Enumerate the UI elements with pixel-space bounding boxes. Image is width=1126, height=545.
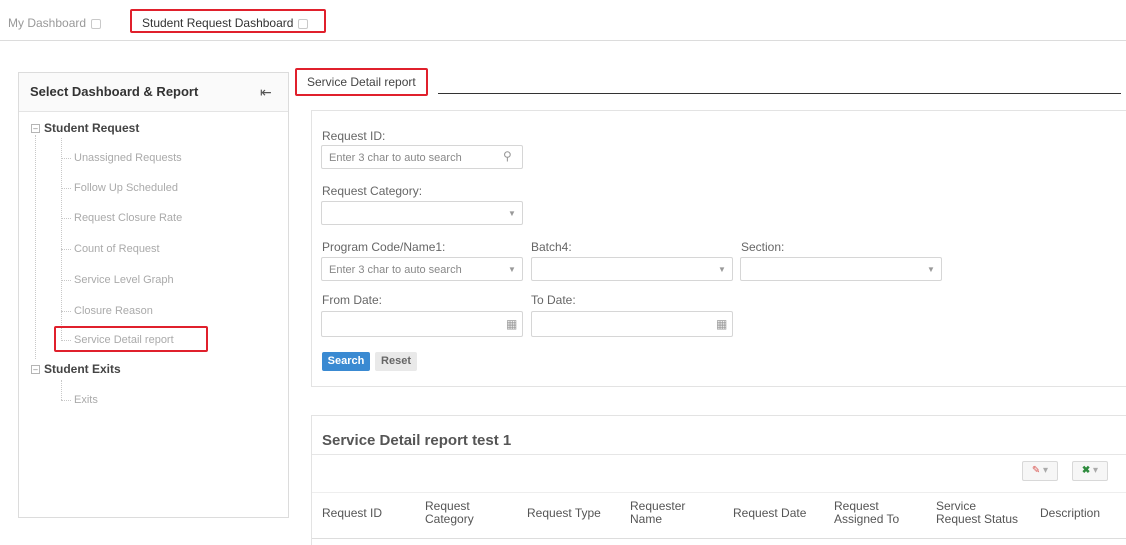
column-header-request-date[interactable]: Request Date — [733, 507, 806, 520]
to-date-input[interactable]: ▦ — [531, 311, 733, 337]
column-header-label: Description — [1040, 506, 1101, 520]
sidebar-item-service-level-graph[interactable]: Service Level Graph — [74, 274, 174, 286]
program-placeholder: Enter 3 char to auto search — [329, 264, 462, 276]
chevron-down-icon: ▼ — [508, 265, 516, 274]
batch-label: Batch4: — [531, 240, 572, 254]
tree-branch — [61, 158, 71, 159]
column-header-request-id[interactable]: Request ID — [322, 507, 382, 520]
search-icon: ⚲ — [503, 149, 512, 163]
tree-branch — [61, 188, 71, 189]
tab-underline — [438, 93, 1121, 94]
chevron-down-icon: ▾ — [1090, 465, 1099, 476]
chevron-down-icon: ▼ — [927, 265, 935, 274]
program-label: Program Code/Name1: — [322, 240, 446, 254]
request-id-placeholder: Enter 3 char to auto search — [329, 152, 462, 164]
batch-select[interactable]: ▼ — [531, 257, 733, 281]
sidebar-item-follow-up-scheduled[interactable]: Follow Up Scheduled — [74, 182, 178, 194]
sidebar-item-request-closure-rate[interactable]: Request Closure Rate — [74, 212, 182, 224]
column-header-label: Request Type — [527, 506, 601, 520]
tree-group-student-request[interactable]: Student Request — [44, 121, 139, 135]
section-label: Section: — [741, 240, 785, 254]
tab-label: Student Request Dashboard — [142, 16, 294, 30]
to-date-label: To Date: — [531, 293, 576, 307]
column-header-description[interactable]: Description — [1040, 507, 1100, 520]
chevron-down-icon: ▼ — [508, 209, 516, 218]
sidebar-item-unassigned-requests[interactable]: Unassigned Requests — [74, 152, 182, 164]
column-header-service-request-status[interactable]: Service Request Status — [936, 500, 1018, 526]
tab-student-request-dashboard[interactable]: Student Request Dashboard — [130, 9, 326, 33]
column-header-label: Name — [630, 512, 663, 526]
close-icon[interactable] — [298, 18, 309, 29]
column-header-request-assigned-to[interactable]: Request Assigned To — [834, 500, 899, 526]
tree-branch — [61, 218, 71, 219]
sidebar-item-service-detail-report[interactable]: Service Detail report — [54, 326, 208, 352]
request-id-label: Request ID: — [322, 129, 386, 143]
column-header-label: Request ID — [322, 506, 383, 520]
from-date-label: From Date: — [322, 293, 383, 307]
selector-header: Select Dashboard & Report ⇤ — [19, 73, 288, 112]
sidebar-item-closure-reason[interactable]: Closure Reason — [74, 305, 153, 317]
column-header-requester-name[interactable]: Requester Name — [630, 500, 685, 526]
column-header-label: Category — [425, 512, 474, 526]
selector-title: Select Dashboard & Report — [30, 84, 199, 99]
calendar-icon[interactable]: ▦ — [716, 317, 727, 331]
sidebar-item-exits[interactable]: Exits — [74, 394, 98, 406]
calendar-icon[interactable]: ▦ — [506, 317, 517, 331]
tab-my-dashboard[interactable]: My Dashboard — [8, 12, 102, 34]
chevron-down-icon: ▾ — [1040, 465, 1049, 476]
from-date-input[interactable]: ▦ — [321, 311, 523, 337]
search-button[interactable]: Search — [322, 352, 370, 371]
tree-branch — [61, 311, 71, 312]
divider — [312, 492, 1126, 493]
tree-connector — [61, 380, 62, 400]
report-tab-label: Service Detail report — [307, 75, 416, 89]
dashboard-report-selector: Select Dashboard & Report ⇤ — [18, 72, 289, 518]
request-category-select[interactable]: ▼ — [321, 201, 523, 225]
tree-group-student-exits[interactable]: Student Exits — [44, 362, 121, 376]
request-category-label: Request Category: — [322, 184, 423, 198]
column-header-request-category[interactable]: Request Category — [425, 500, 474, 526]
chevron-down-icon: ▼ — [718, 265, 726, 274]
column-header-label: Request Status — [936, 512, 1019, 526]
tree-connector — [35, 135, 36, 359]
results-title: Service Detail report test 1 — [322, 432, 512, 449]
divider — [312, 454, 1126, 455]
divider — [312, 538, 1126, 539]
column-header-label: Assigned To — [834, 512, 900, 526]
reset-button[interactable]: Reset — [375, 352, 417, 371]
close-icon[interactable] — [91, 18, 102, 29]
tree-branch — [61, 400, 71, 401]
tree-branch — [61, 280, 71, 281]
section-select[interactable]: ▼ — [740, 257, 942, 281]
column-header-label: Request Date — [733, 506, 807, 520]
collapse-panel-icon[interactable]: ⇤ — [260, 84, 272, 101]
sidebar-item-count-of-request[interactable]: Count of Request — [74, 243, 160, 255]
export-pdf-button[interactable]: ✎ ▾ — [1022, 461, 1058, 481]
sidebar-item-label: Service Detail report — [74, 334, 174, 346]
collapse-group-icon[interactable]: – — [31, 124, 40, 133]
tree-branch — [61, 249, 71, 250]
collapse-group-icon[interactable]: – — [31, 365, 40, 374]
program-select[interactable]: Enter 3 char to auto search ▼ — [321, 257, 523, 281]
tab-service-detail-report[interactable]: Service Detail report — [295, 68, 428, 96]
export-excel-button[interactable]: ✖ ▾ — [1072, 461, 1108, 481]
tree-branch — [61, 340, 71, 341]
request-id-input[interactable]: Enter 3 char to auto search ⚲ — [321, 145, 523, 169]
tab-label: My Dashboard — [8, 16, 87, 30]
column-header-request-type[interactable]: Request Type — [527, 507, 601, 520]
